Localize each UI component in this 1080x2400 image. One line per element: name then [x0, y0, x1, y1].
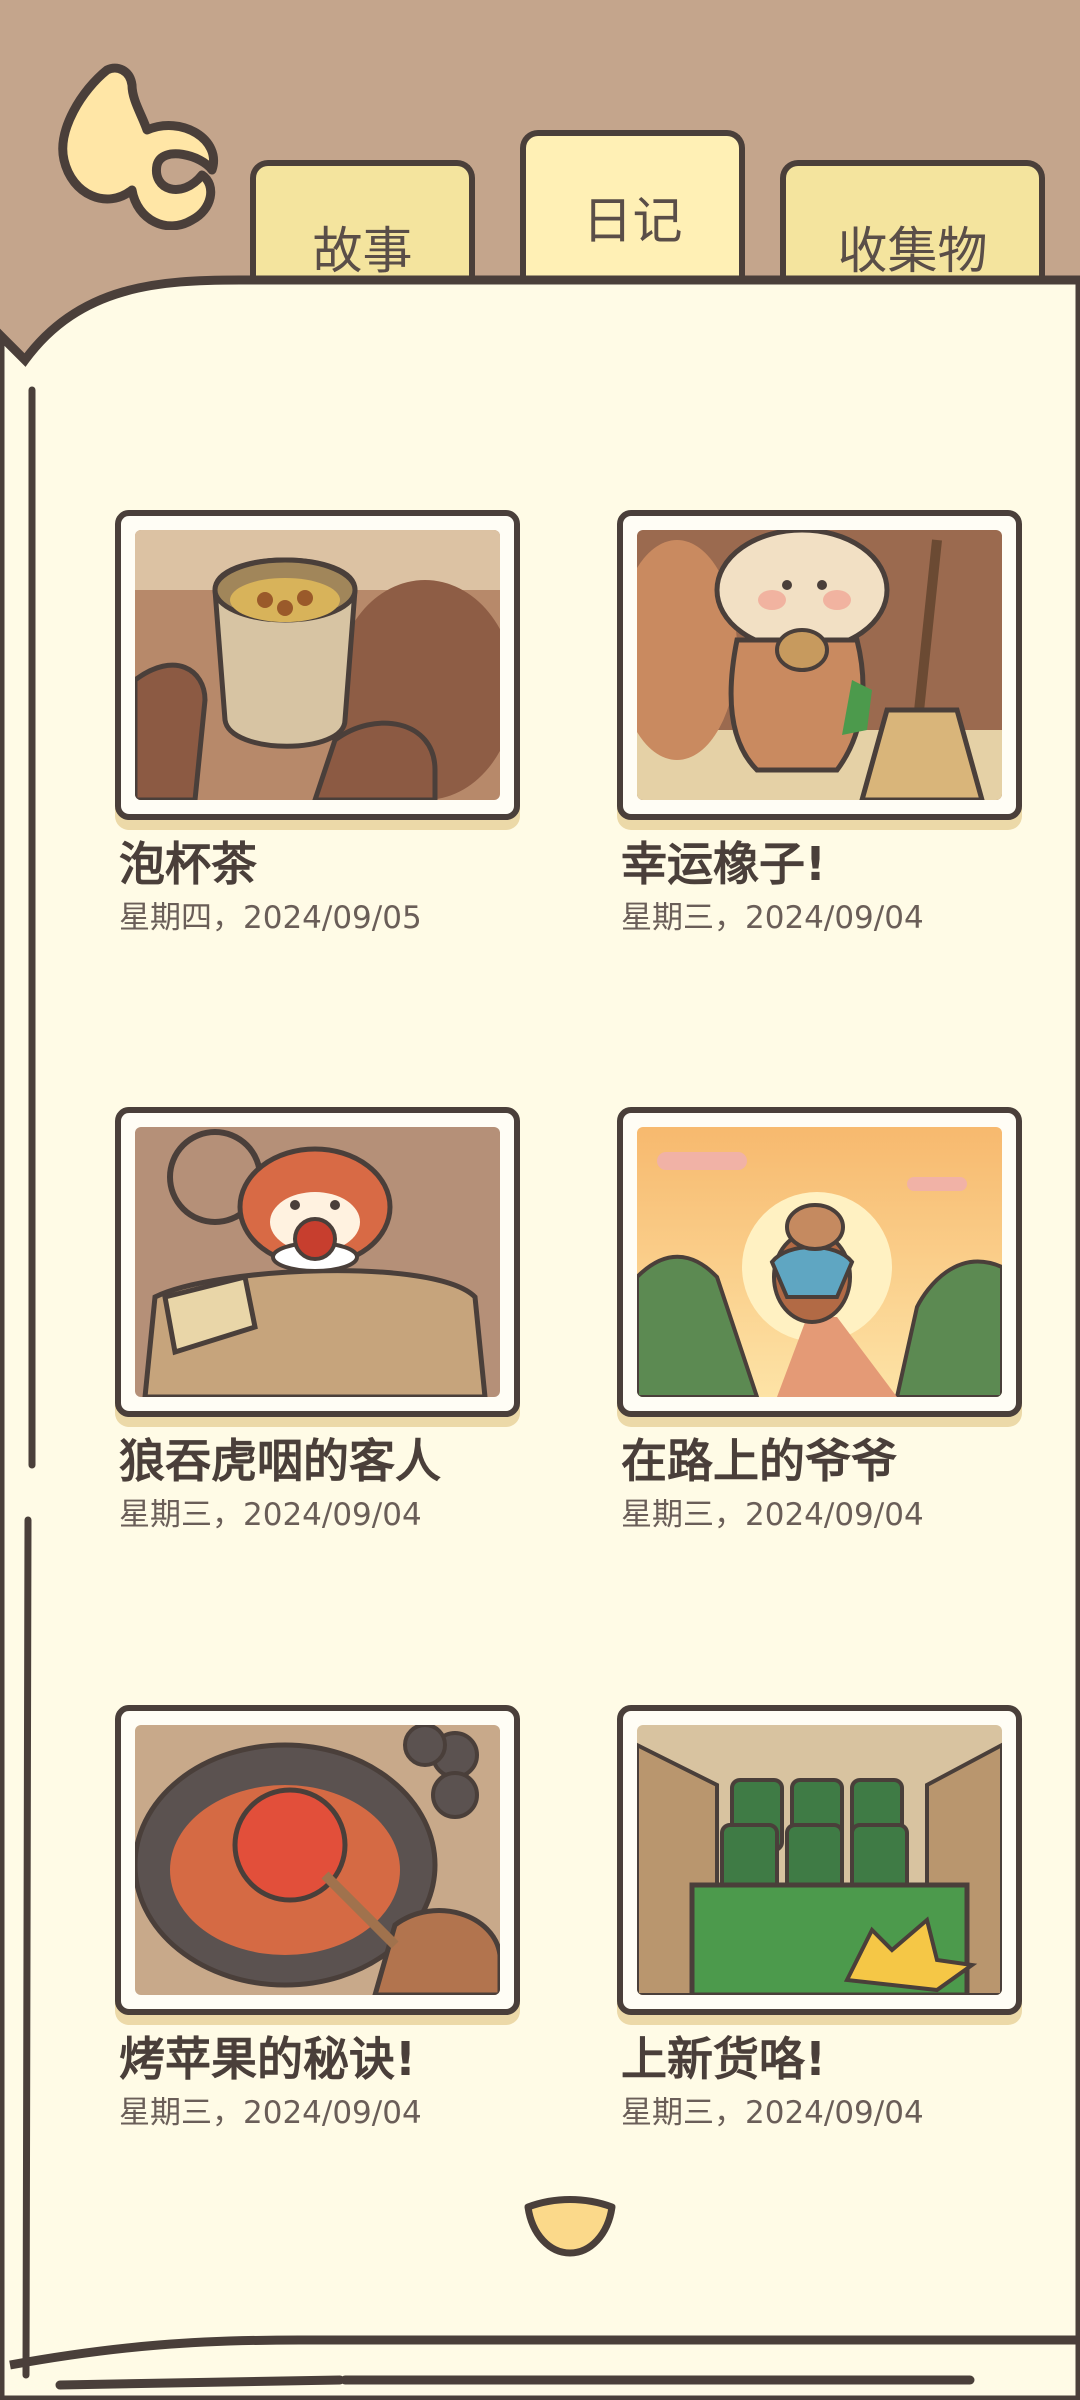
- tab-diary[interactable]: 日记: [520, 130, 745, 290]
- entry-date: 星期三，2024/09/04: [621, 900, 924, 936]
- tab-collection[interactable]: 收集物: [780, 160, 1045, 285]
- entry-photo: [617, 510, 1022, 820]
- entry-title: 烤苹果的秘诀!: [119, 2032, 416, 2086]
- scroll-down-icon[interactable]: [520, 2195, 620, 2260]
- entry-photo: [617, 1107, 1022, 1417]
- entry-date: 星期四，2024/09/05: [119, 900, 422, 936]
- new-goods-box-illustration: [637, 1725, 1002, 1995]
- entry-photo: [115, 510, 520, 820]
- tab-collection-label: 收集物: [837, 222, 988, 280]
- entry-title: 狼吞虎咽的客人: [119, 1434, 441, 1488]
- entry-date: 星期三，2024/09/04: [621, 2095, 924, 2131]
- entry-title: 泡杯茶: [119, 837, 257, 891]
- entry-photo: [617, 1705, 1022, 2015]
- entry-title: 上新货咯!: [621, 2032, 826, 2086]
- tea-cup-illustration: [135, 530, 500, 800]
- diary-book: 泡杯茶 星期四，2024/09/05 幸运橡子! 星期三，2024/09/04: [0, 275, 1080, 2400]
- entry-title: 幸运橡子!: [621, 837, 826, 891]
- red-panda-illustration: [135, 1127, 500, 1397]
- squirrel-acorn-illustration: [637, 530, 1002, 800]
- tab-story[interactable]: 故事: [250, 160, 475, 285]
- back-arrow-icon[interactable]: [52, 60, 242, 230]
- entry-date: 星期三，2024/09/04: [119, 1497, 422, 1533]
- grandpa-road-illustration: [637, 1127, 1002, 1397]
- entry-photo: [115, 1107, 520, 1417]
- tab-diary-label: 日记: [582, 192, 683, 250]
- entry-date: 星期三，2024/09/04: [119, 2095, 422, 2131]
- entry-photo: [115, 1705, 520, 2015]
- entry-date: 星期三，2024/09/04: [621, 1497, 924, 1533]
- entry-title: 在路上的爷爷: [621, 1434, 897, 1488]
- baked-apple-illustration: [135, 1725, 500, 1995]
- tab-story-label: 故事: [312, 222, 413, 280]
